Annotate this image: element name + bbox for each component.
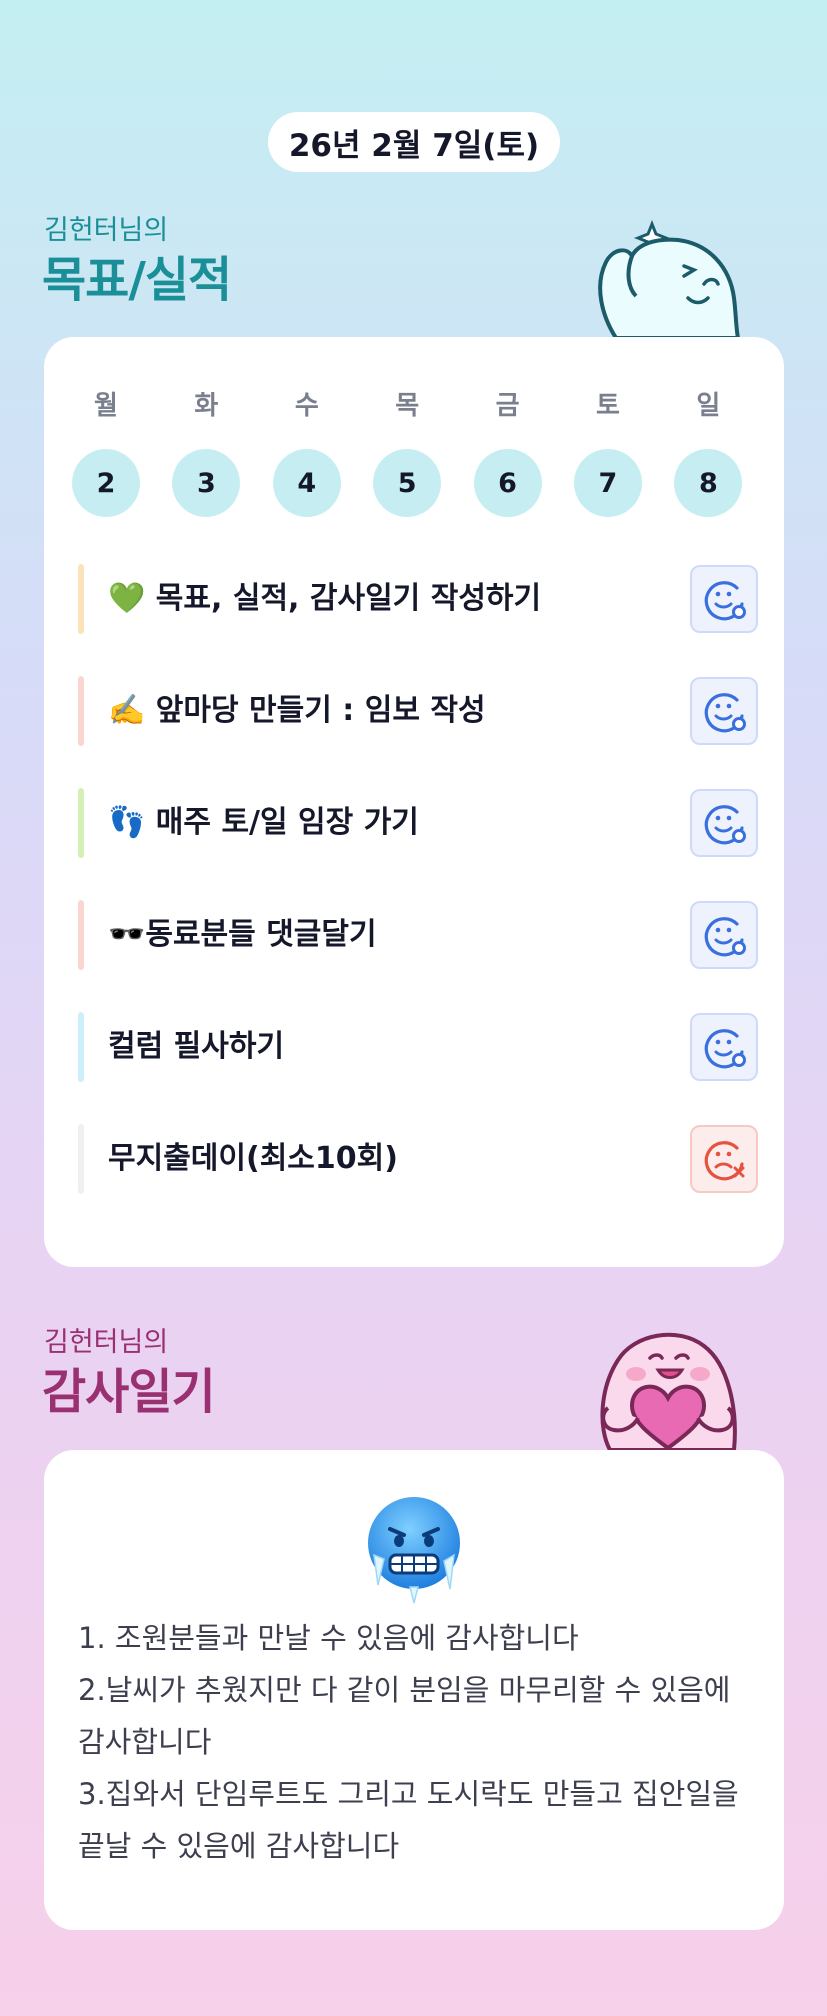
day-button[interactable]: 4	[272, 449, 341, 517]
task-done-button[interactable]	[690, 789, 758, 857]
task-row: 💚 목표, 실적, 감사일기 작성하기	[78, 564, 758, 634]
task-label: 💚 목표, 실적, 감사일기 작성하기	[108, 581, 542, 616]
week-dates: 2 3 4 5 6 7 8	[72, 449, 752, 517]
task-label: 🕶️동료분들 댓글달기	[108, 917, 377, 952]
date-pill: 26년 2월 7일(토)	[268, 112, 560, 172]
task-color-bar	[78, 1124, 84, 1194]
task-row: 컬럼 필사하기	[78, 1012, 758, 1082]
task-row: ✍️ 앞마당 만들기 : 임보 작성	[78, 676, 758, 746]
heart-mascot-icon	[600, 1332, 737, 1450]
day-button[interactable]: 5	[373, 449, 442, 517]
goals-title: 목표/실적	[42, 252, 232, 308]
day-button[interactable]: 2	[72, 449, 140, 517]
task-done-button[interactable]	[690, 677, 758, 745]
task-done-button[interactable]	[690, 1013, 758, 1081]
smile-check-icon	[704, 1029, 746, 1069]
gratitude-title: 감사일기	[42, 1364, 216, 1420]
smile-check-icon	[704, 917, 746, 957]
day-button[interactable]: 7	[573, 449, 642, 517]
task-color-bar	[78, 900, 84, 970]
task-color-bar	[78, 788, 84, 858]
task-label: 👣 매주 토/일 임장 가기	[108, 805, 419, 840]
task-label: 컬럼 필사하기	[108, 1029, 285, 1064]
smile-check-icon	[704, 693, 746, 733]
task-fail-button[interactable]	[690, 1125, 758, 1193]
weekday-label: 목	[395, 391, 420, 421]
task-color-bar	[78, 1012, 84, 1082]
weekday-label: 화	[194, 391, 219, 421]
day-button[interactable]: 6	[473, 449, 542, 517]
task-done-button[interactable]	[690, 565, 758, 633]
task-label: ✍️ 앞마당 만들기 : 임보 작성	[108, 693, 486, 728]
weekday-label: 금	[495, 391, 520, 421]
task-row: 🕶️동료분들 댓글달기	[78, 900, 758, 970]
weekday-label: 수	[294, 391, 319, 421]
weekday-label: 일	[696, 391, 721, 421]
smile-check-icon	[704, 805, 746, 845]
ghost-mascot-icon	[598, 219, 741, 338]
task-row: 무지출데이(최소10회)	[78, 1124, 758, 1194]
task-label: 무지출데이(최소10회)	[108, 1141, 398, 1176]
goals-card: 월 화 수 목 금 토 일 2 3 4 5 6 7 8 💚 목표, 실적, 감사…	[44, 337, 784, 1267]
task-row: 👣 매주 토/일 임장 가기	[78, 788, 758, 858]
weekday-label: 월	[94, 391, 118, 421]
sad-x-icon	[704, 1141, 745, 1181]
day-button[interactable]: 3	[172, 449, 241, 517]
task-color-bar	[78, 676, 84, 746]
task-color-bar	[78, 564, 84, 634]
weekday-label: 토	[595, 391, 620, 421]
task-done-button[interactable]	[690, 901, 758, 969]
gratitude-text: 1. 조원분들과 만날 수 있음에 감사합니다 2.날씨가 추웠지만 다 같이 …	[78, 1621, 739, 1863]
day-button[interactable]: 8	[674, 449, 743, 517]
cold-face-icon	[368, 1497, 460, 1604]
weekday-header: 월 화 수 목 금 토 일	[72, 385, 752, 422]
smile-check-icon	[704, 581, 746, 621]
gratitude-card: 1. 조원분들과 만날 수 있음에 감사합니다 2.날씨가 추웠지만 다 같이 …	[44, 1450, 784, 1930]
